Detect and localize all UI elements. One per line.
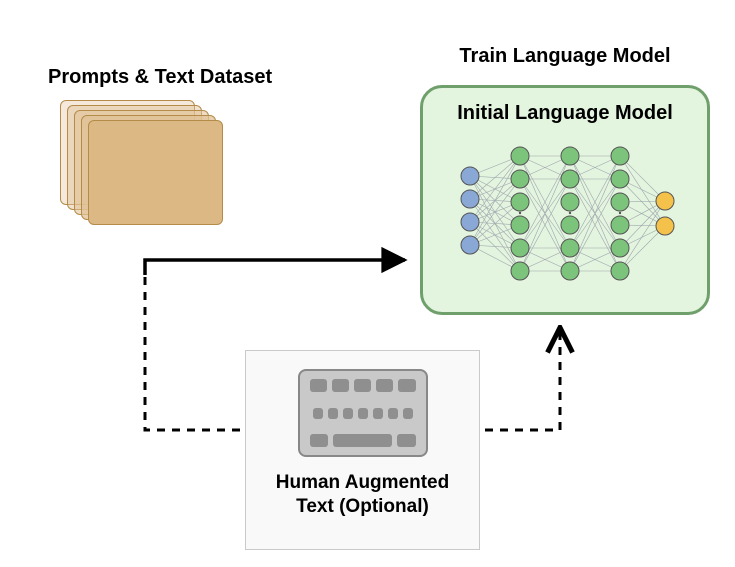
arrow-augment-to-model bbox=[485, 330, 560, 430]
model-title: Initial Language Model bbox=[457, 102, 673, 125]
augment-caption-line1: Human Augmented bbox=[276, 472, 449, 493]
train-label: Train Language Model bbox=[430, 44, 700, 69]
dataset-label: Prompts & Text Dataset bbox=[48, 65, 278, 90]
dataset-card-stack-icon bbox=[60, 100, 230, 230]
human-augment-box: Human Augmented Text (Optional) bbox=[245, 350, 480, 550]
augment-caption: Human Augmented Text (Optional) bbox=[276, 471, 449, 519]
language-model-box: Initial Language Model bbox=[420, 85, 710, 315]
keyboard-icon bbox=[298, 369, 428, 457]
neural-network-icon bbox=[445, 131, 685, 291]
augment-caption-line2: Text (Optional) bbox=[296, 496, 429, 517]
arrow-dataset-to-augment bbox=[145, 262, 240, 430]
arrow-dataset-to-model bbox=[145, 260, 405, 275]
